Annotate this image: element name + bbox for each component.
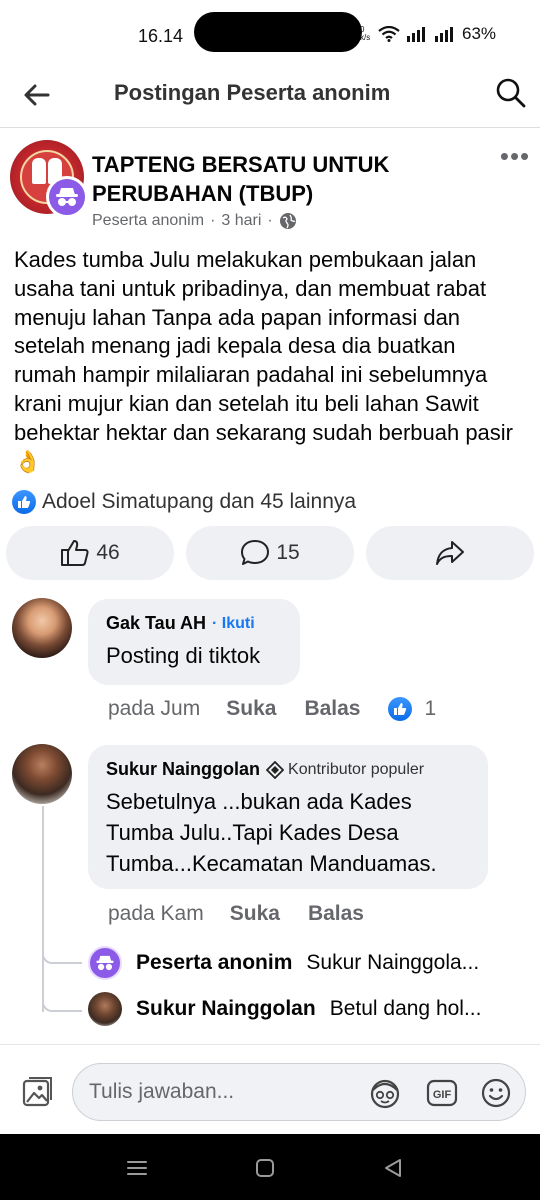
battery-level: 63% [462, 24, 497, 43]
camera-notch [194, 12, 362, 52]
like-reaction-icon [388, 697, 413, 721]
network-speed: 0 k/s [360, 25, 371, 42]
system-nav-bar [0, 1134, 540, 1200]
comment-button[interactable]: 15 [186, 526, 354, 580]
avatar-sticker-icon[interactable] [367, 1076, 403, 1110]
more-options-icon[interactable]: ••• [498, 143, 532, 180]
back-triangle-icon[interactable] [378, 1154, 408, 1182]
comment-bubble: Sukur Nainggolan Kontributor populer Seb… [88, 745, 488, 889]
status-bar: 16.14 0 k/s 63% [0, 0, 540, 62]
comment-bubble: Gak Tau AH · Ikuti Posting di tiktok [88, 599, 300, 685]
post-body: Kades tumba Julu melakukan pembukaan jal… [14, 247, 514, 474]
meta-separator: · [210, 212, 216, 229]
comment-author-row: Sukur Nainggolan Kontributor populer [106, 759, 470, 780]
comment-text: Posting di tiktok [106, 643, 261, 668]
comment-like-button[interactable]: Suka [230, 902, 280, 926]
post-header: TAPTENG BERSATU UNTUK PERUBAHAN (TBUP) •… [0, 138, 540, 238]
page-title: Postingan Peserta anonim [114, 80, 391, 105]
comment-actions: pada Kam Suka Balas [108, 902, 392, 926]
reactions-summary[interactable]: Adoel Simatupang dan 45 lainnya [12, 490, 356, 514]
signal-icon-2 [435, 27, 453, 42]
thread-branch [42, 990, 82, 1012]
contributor-badge: Kontributor populer [266, 760, 425, 779]
comment-count: 15 [276, 541, 300, 564]
post-time[interactable]: 3 hari [221, 212, 261, 230]
reply-preview[interactable]: Sukur Nainggolan Betul dang hol... [88, 992, 481, 1026]
follow-link[interactable]: · Ikuti [212, 615, 255, 633]
comment-like-button[interactable]: Suka [226, 697, 276, 721]
reply-input-box[interactable]: GIF [72, 1063, 526, 1121]
share-button[interactable] [366, 526, 534, 580]
reply-input[interactable] [89, 1064, 359, 1120]
post-meta: Peserta anonim · 3 hari · [92, 212, 297, 230]
comment-author-row: Gak Tau AH · Ikuti [106, 613, 282, 634]
comment-time: pada Jum [108, 697, 201, 720]
home-icon[interactable] [250, 1154, 280, 1182]
comment-reaction-count: 1 [424, 697, 437, 720]
group-name[interactable]: TAPTENG BERSATU UNTUK PERUBAHAN (TBUP) [92, 150, 432, 208]
thread-line [42, 806, 44, 1012]
reply-composer: GIF [0, 1044, 540, 1134]
reactions-text: Adoel Simatupang dan 45 lainnya [42, 490, 357, 513]
meta-separator: · [267, 212, 273, 229]
group-logo-figure [32, 158, 46, 184]
share-icon [436, 541, 464, 565]
recent-apps-icon[interactable] [122, 1154, 152, 1182]
like-count: 46 [96, 541, 120, 564]
status-icons: 0 k/s 63% [360, 24, 496, 44]
comment-avatar[interactable] [12, 598, 72, 658]
comment-actions: pada Jum Suka Balas 1 [108, 697, 436, 721]
reply-author: Peserta anonim [136, 951, 293, 974]
anonymous-avatar-icon [88, 946, 122, 980]
app-header: Postingan Peserta anonim [0, 62, 540, 128]
wifi-icon [378, 26, 400, 42]
comment-author[interactable]: Gak Tau AH [106, 613, 206, 634]
reply-preview[interactable]: Peserta anonim Sukur Nainggola... [88, 946, 479, 980]
diamond-badge-icon [266, 760, 285, 779]
arrow-left-icon[interactable] [20, 78, 54, 112]
like-reaction-icon [12, 490, 36, 514]
anonymous-avatar-icon [46, 176, 88, 218]
signal-icon [407, 27, 425, 42]
comment-reply-button[interactable]: Balas [304, 697, 360, 721]
comment-author[interactable]: Sukur Nainggolan [106, 759, 260, 780]
reply-text: Betul dang hol... [329, 997, 482, 1020]
status-time: 16.14 [138, 26, 184, 46]
comment-avatar[interactable] [12, 744, 72, 804]
search-icon[interactable] [494, 76, 528, 110]
thread-branch [42, 944, 82, 964]
comment-time: pada Kam [108, 902, 204, 925]
like-button[interactable]: 46 [6, 526, 174, 580]
emoji-icon[interactable] [479, 1076, 513, 1110]
reply-author: Sukur Nainggolan [136, 997, 316, 1020]
comment-reactions[interactable]: 1 [388, 697, 436, 721]
reply-avatar [88, 992, 122, 1026]
gif-icon[interactable]: GIF [425, 1076, 459, 1110]
thumbs-up-icon [61, 540, 89, 566]
reply-text: Sukur Nainggola... [306, 951, 480, 974]
post-author[interactable]: Peserta anonim [92, 212, 204, 230]
contributor-badge-label: Kontributor populer [288, 760, 425, 778]
comment-icon [241, 540, 270, 565]
comment-reply-button[interactable]: Balas [308, 902, 364, 926]
gif-label: GIF [433, 1089, 452, 1101]
comment-text: Sebetulnya ...bukan ada Kades Tumba Julu… [106, 789, 437, 876]
globe-icon [279, 213, 296, 229]
photo-icon[interactable] [20, 1075, 54, 1109]
